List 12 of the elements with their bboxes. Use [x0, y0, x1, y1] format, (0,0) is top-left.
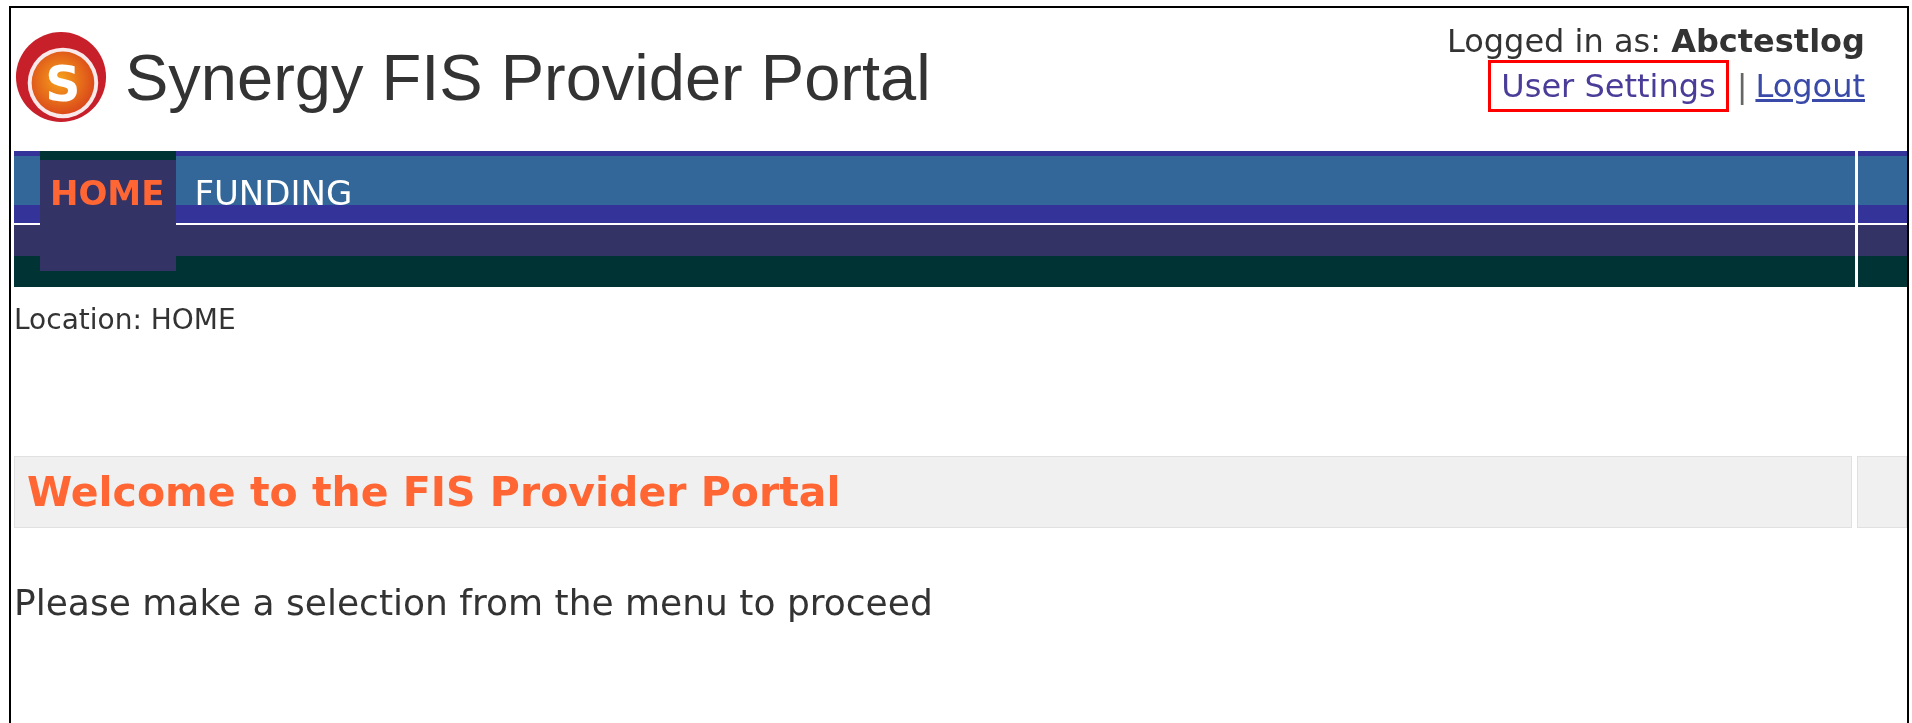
logged-in-label: Logged in as: Abctestlog	[1446, 22, 1865, 60]
location-breadcrumb: Location: HOME	[13, 303, 237, 336]
nav-tab[interactable]: HOME	[40, 151, 177, 271]
link-separator: |	[1736, 67, 1748, 105]
user-link[interactable]: Logout	[1755, 67, 1865, 105]
logo-icon: S	[14, 30, 108, 124]
banner-end	[1857, 456, 1907, 528]
nav-tab[interactable]: FUNDING	[176, 151, 367, 251]
user-link[interactable]: User Settings	[1501, 67, 1716, 105]
instruction-text: Please make a selection from the menu to proceed	[14, 582, 934, 623]
portal-title: Synergy FIS Provider Portal	[125, 39, 931, 115]
welcome-heading: Welcome to the FIS Provider Portal	[27, 468, 841, 516]
